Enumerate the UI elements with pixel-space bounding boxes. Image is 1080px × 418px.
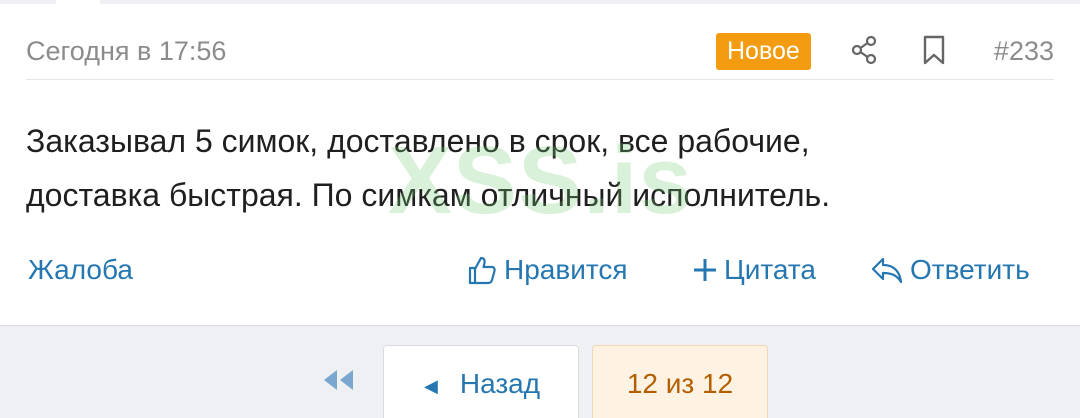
like-label: Нравится <box>504 254 628 285</box>
post-date[interactable]: Сегодня в 17:56 <box>26 36 226 67</box>
new-badge: Новое <box>716 33 811 70</box>
double-chevron-left-icon <box>324 370 353 390</box>
post-container: Сегодня в 17:56 Новое #233 Заказывал 5 с… <box>0 0 1080 326</box>
back-button[interactable]: ◀ Назад <box>383 345 579 418</box>
plus-icon <box>694 259 716 281</box>
chevron-left-icon: ◀ <box>424 376 438 396</box>
post-top-divider <box>0 0 1080 4</box>
reply-icon <box>871 257 903 284</box>
message-line: Заказывал 5 симок, доставлено в срок, вс… <box>26 123 810 159</box>
share-icon[interactable] <box>848 34 880 66</box>
bookmark-icon[interactable] <box>919 34 949 66</box>
thumbs-up-icon <box>468 256 496 285</box>
post-meta-row: Сегодня в 17:56 Новое #233 <box>26 30 1054 80</box>
post-number-link[interactable]: #233 <box>994 36 1054 67</box>
reply-label: Ответить <box>910 254 1030 285</box>
like-button[interactable]: Нравится <box>466 248 628 292</box>
page-indicator[interactable]: 12 из 12 <box>592 345 768 418</box>
reply-button[interactable]: Ответить <box>870 248 1030 292</box>
post-arrow-notch <box>56 0 100 6</box>
first-page-button[interactable] <box>314 362 362 398</box>
report-link[interactable]: Жалоба <box>28 248 133 292</box>
pagination: ◀ Назад 12 из 12 <box>0 326 1080 418</box>
quote-label: Цитата <box>724 254 816 285</box>
post-actions-bar: Жалоба Нравится Цитата Ответить <box>26 248 1054 292</box>
back-label: Назад <box>459 368 541 399</box>
quote-button[interactable]: Цитата <box>692 248 816 292</box>
post-message: Заказывал 5 симок, доставлено в срок, вс… <box>26 114 1026 222</box>
message-line: доставка быстрая. По симкам отличный исп… <box>26 177 831 213</box>
report-label: Жалоба <box>28 254 133 285</box>
